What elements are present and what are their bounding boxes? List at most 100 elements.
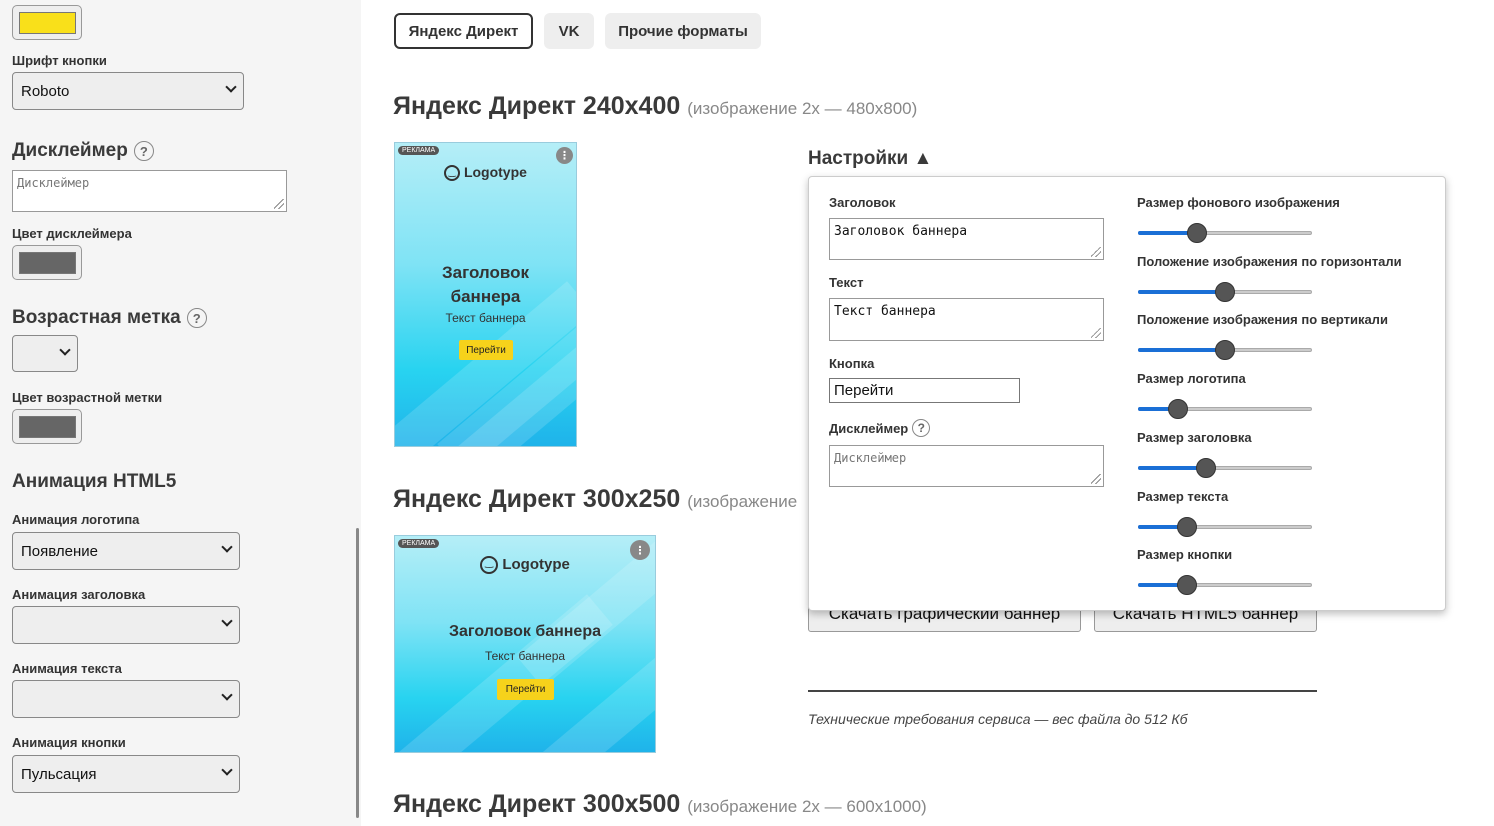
banner-preview-240x400: РЕКЛАМА ⋮ ‿ Logotype Заголовок баннера Т… (394, 142, 577, 447)
slider-label: Размер кнопки (1137, 547, 1233, 562)
text-value: Текст баннера (834, 304, 936, 319)
chevron-down-icon (221, 689, 233, 701)
slider-fill (1138, 290, 1225, 294)
tech-requirements-note: Технические требования сервиса — вес фай… (808, 711, 1188, 727)
age-heading: Возрастная метка ? (12, 307, 207, 329)
button-text-input[interactable]: Перейти (829, 378, 1020, 403)
slider-label: Размер логотипа (1137, 371, 1246, 386)
age-color-swatch (18, 415, 76, 438)
more-icon[interactable]: ⋮ (556, 147, 573, 164)
disclaimer-heading: Дисклеймер ? (12, 140, 154, 162)
slider-thumb[interactable] (1176, 575, 1197, 595)
logo: ‿ Logotype (395, 556, 655, 575)
age-color-label: Цвет возрастной метки (12, 390, 163, 405)
logo-text: Logotype (463, 164, 527, 180)
range-slider[interactable] (1138, 340, 1312, 360)
tab-vk[interactable]: VK (544, 13, 594, 49)
banner-text: Текст баннера (484, 649, 566, 663)
resize-grip-icon[interactable] (1091, 247, 1101, 257)
banner-text: Текст баннера (445, 311, 526, 325)
help-icon[interactable]: ? (133, 141, 154, 161)
resize-grip-icon[interactable] (1091, 328, 1101, 338)
slider-thumb[interactable] (1215, 282, 1235, 302)
slider-label: Положение изображения по горизонтали (1137, 254, 1402, 269)
button-anim-label: Анимация кнопки (12, 735, 126, 750)
disclaimer-color-picker[interactable] (12, 245, 82, 280)
title-field-label: Заголовок (829, 195, 896, 210)
smile-icon: ‿ (444, 165, 461, 182)
age-select[interactable] (12, 335, 78, 372)
slider-thumb[interactable] (1176, 517, 1197, 537)
tab-yandex-direct[interactable]: Яндекс Директ (394, 13, 533, 49)
resize-grip-icon[interactable] (274, 199, 284, 209)
slider-fill (1138, 348, 1225, 352)
resize-grip-icon[interactable] (1091, 474, 1101, 484)
range-slider[interactable] (1138, 223, 1312, 243)
button-anim-value: Пульсация (21, 765, 97, 783)
disclaimer-settings-textarea[interactable]: Дисклеймер (829, 445, 1104, 487)
button-font-value: Roboto (21, 82, 70, 100)
disclaimer-color-label: Цвет дисклеймера (12, 226, 132, 241)
animation-heading: Анимация HTML5 (12, 471, 177, 492)
disclaimer-color-swatch (18, 251, 76, 274)
ad-tag: РЕКЛАМА (398, 539, 440, 548)
tab-other-formats[interactable]: Прочие форматы (605, 13, 761, 49)
banner-button: Перейти (497, 679, 554, 700)
text-anim-select[interactable] (12, 680, 240, 718)
title-textarea[interactable]: Заголовок баннера (829, 218, 1104, 260)
settings-toggle[interactable]: Настройки ▲ (808, 148, 932, 170)
ad-tag: РЕКЛАМА (398, 146, 440, 155)
disclaimer-textarea[interactable]: Дисклеймер (12, 170, 287, 212)
logo-text: Logotype (502, 556, 570, 573)
disclaimer-heading-text: Дисклеймер (12, 140, 128, 161)
help-icon[interactable]: ? (912, 419, 931, 437)
slider-thumb[interactable] (1187, 223, 1208, 243)
section-title-240x400: Яндекс Директ 240x400 (изображение 2x — … (393, 92, 917, 121)
slider-thumb[interactable] (1215, 340, 1235, 360)
range-slider[interactable] (1138, 399, 1312, 419)
slider-thumb[interactable] (1195, 458, 1216, 478)
range-slider[interactable] (1138, 282, 1312, 302)
banner-title: Заголовок баннера (441, 263, 529, 306)
button-color-picker[interactable] (12, 5, 82, 40)
logo-anim-select[interactable]: Появление (12, 532, 240, 570)
title-value: Заголовок баннера (834, 224, 968, 239)
section-title-text: Яндекс Директ 240x400 (393, 92, 681, 120)
title-anim-label: Анимация заголовка (12, 587, 146, 602)
disclaimer-field-label: Дисклеймер ? (829, 419, 931, 437)
disclaimer-field-label-text: Дисклеймер (829, 420, 909, 436)
text-field-label: Текст (829, 275, 864, 290)
chevron-down-icon (225, 81, 237, 93)
button-font-label: Шрифт кнопки (12, 53, 107, 68)
section-title-300x250: Яндекс Директ 300x250 (изображение (393, 485, 797, 514)
section-subtitle: (изображение (687, 492, 798, 511)
section-title-text: Яндекс Директ 300x500 (393, 790, 681, 818)
banner-button: Перейти (459, 340, 513, 360)
button-font-select[interactable]: Roboto (12, 72, 244, 110)
slider-thumb[interactable] (1168, 399, 1189, 419)
slider-label: Положение изображения по вертикали (1137, 312, 1388, 327)
sidebar-scrollbar[interactable] (356, 528, 359, 818)
button-color-swatch (18, 11, 76, 34)
banner-preview-300x250: РЕКЛАМА ⋮ ‿ Logotype Заголовок баннера Т… (394, 535, 656, 753)
section-subtitle: (изображение 2x — 600x1000) (687, 797, 927, 816)
title-anim-select[interactable] (12, 606, 240, 644)
logo-anim-value: Появление (21, 542, 98, 560)
button-anim-select[interactable]: Пульсация (12, 755, 240, 793)
age-heading-text: Возрастная метка (12, 307, 181, 328)
help-icon[interactable]: ? (186, 308, 207, 328)
age-color-picker[interactable] (12, 409, 82, 444)
slider-label: Размер текста (1137, 489, 1229, 504)
disclaimer-placeholder: Дисклеймер (17, 176, 90, 190)
text-textarea[interactable]: Текст баннера (829, 298, 1104, 341)
chevron-down-icon (221, 541, 233, 553)
divider (808, 690, 1317, 692)
banner-title: Заголовок баннера (448, 623, 601, 640)
logo: ‿ Logotype (395, 164, 576, 182)
range-slider[interactable] (1138, 575, 1312, 595)
slider-label: Размер заголовка (1137, 430, 1252, 445)
range-slider[interactable] (1138, 517, 1312, 537)
sidebar: Шрифт кнопки Roboto Дисклеймер ? Дисклей… (0, 0, 361, 826)
range-slider[interactable] (1138, 458, 1312, 478)
chevron-down-icon (221, 764, 233, 776)
